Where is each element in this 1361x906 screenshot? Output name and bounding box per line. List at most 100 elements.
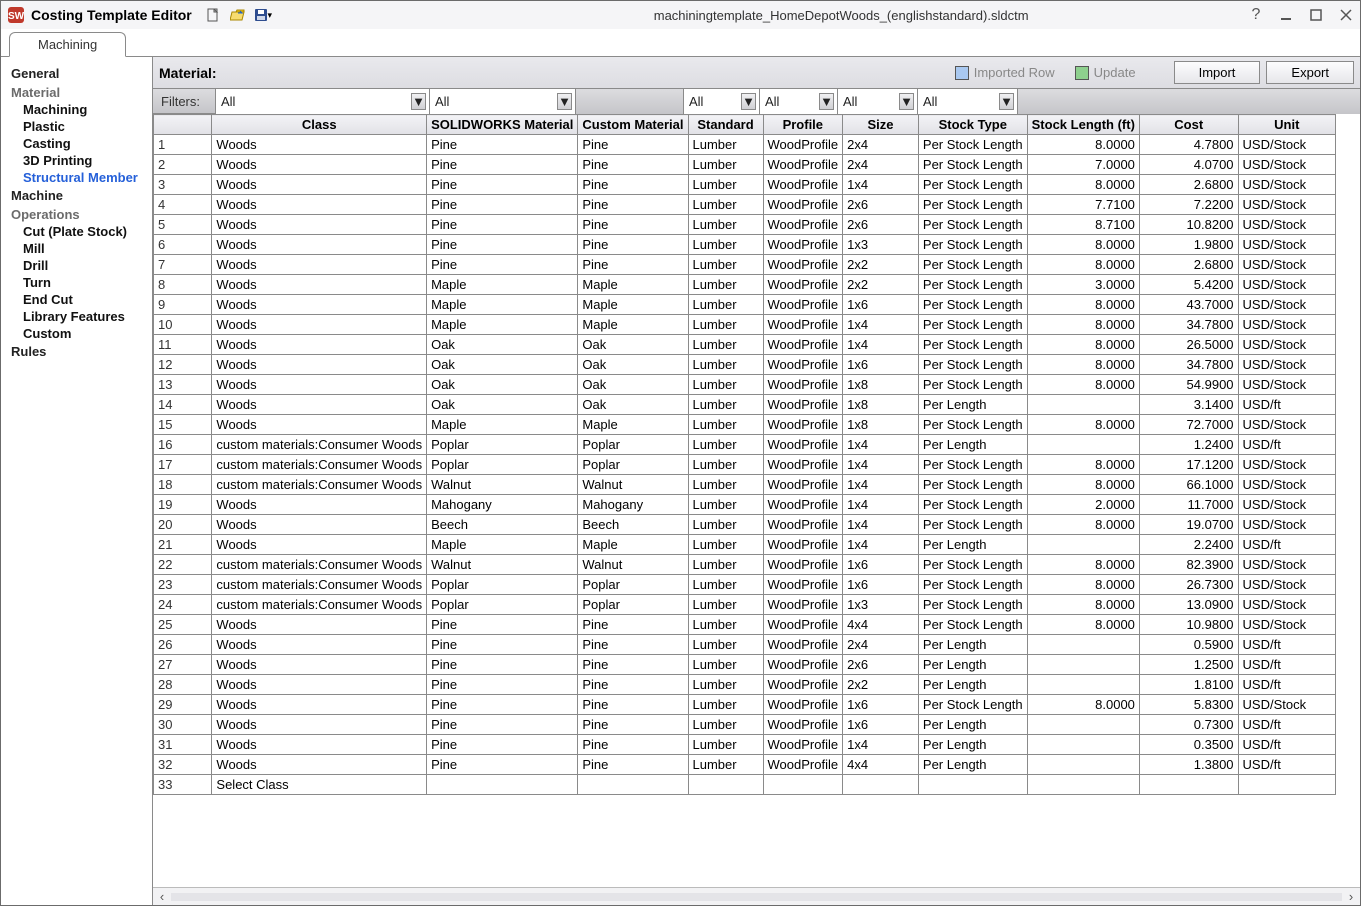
cell-custom-material[interactable]: Pine [578, 215, 688, 235]
filter-size[interactable]: All▼ [837, 89, 917, 114]
cell-unit[interactable]: USD/ft [1238, 715, 1335, 735]
cell-standard[interactable]: Lumber [688, 675, 763, 695]
cell-profile[interactable]: WoodProfile [763, 635, 843, 655]
row-number[interactable]: 15 [154, 415, 212, 435]
cell-unit[interactable]: USD/ft [1238, 675, 1335, 695]
row-number[interactable]: 24 [154, 595, 212, 615]
cell-cost[interactable]: 1.8100 [1139, 675, 1238, 695]
col-standard[interactable]: Standard [688, 115, 763, 135]
cell-stock-length[interactable]: 8.0000 [1027, 415, 1139, 435]
cell-profile[interactable]: WoodProfile [763, 755, 843, 775]
cell-cost[interactable]: 43.7000 [1139, 295, 1238, 315]
cell-stock-type[interactable]: Per Stock Length [918, 515, 1027, 535]
cell-stock-type[interactable]: Per Stock Length [918, 175, 1027, 195]
cell-stock-length[interactable]: 8.0000 [1027, 575, 1139, 595]
cell-unit[interactable]: USD/Stock [1238, 175, 1335, 195]
cell-class[interactable]: custom materials:Consumer Woods [212, 595, 427, 615]
cell-size[interactable]: 1x4 [843, 735, 919, 755]
sidebar-item-cut-plate[interactable]: Cut (Plate Stock) [23, 224, 152, 239]
cell-custom-material[interactable]: Maple [578, 295, 688, 315]
cell-cost[interactable]: 1.3800 [1139, 755, 1238, 775]
cell-class[interactable]: Woods [212, 695, 427, 715]
cell-size[interactable]: 1x6 [843, 355, 919, 375]
cell-standard[interactable]: Lumber [688, 735, 763, 755]
cell-stock-type[interactable]: Per Stock Length [918, 575, 1027, 595]
cell-cost[interactable]: 2.2400 [1139, 535, 1238, 555]
cell-class[interactable]: Woods [212, 235, 427, 255]
row-number[interactable]: 12 [154, 355, 212, 375]
cell-custom-material[interactable]: Poplar [578, 595, 688, 615]
cell-size[interactable]: 1x6 [843, 695, 919, 715]
cell-unit[interactable]: USD/ft [1238, 435, 1335, 455]
sidebar-item-custom[interactable]: Custom [23, 326, 152, 341]
cell-size[interactable]: 2x2 [843, 255, 919, 275]
cell-custom-material[interactable]: Poplar [578, 435, 688, 455]
filter-class[interactable]: All▼ [215, 89, 429, 114]
cell-profile[interactable]: WoodProfile [763, 715, 843, 735]
cell-standard[interactable]: Lumber [688, 335, 763, 355]
cell-custom-material[interactable]: Pine [578, 155, 688, 175]
cell-unit[interactable]: USD/Stock [1238, 335, 1335, 355]
cell-size[interactable]: 2x4 [843, 635, 919, 655]
cell-stock-length[interactable]: 2.0000 [1027, 495, 1139, 515]
table-row[interactable]: 33Select Class [154, 775, 1336, 795]
table-row[interactable]: 27WoodsPinePineLumberWoodProfile2x6Per L… [154, 655, 1336, 675]
cell-sw-material[interactable]: Pine [427, 175, 578, 195]
cell-sw-material[interactable]: Mahogany [427, 495, 578, 515]
cell-cost[interactable]: 5.4200 [1139, 275, 1238, 295]
cell-size[interactable]: 1x4 [843, 535, 919, 555]
help-icon[interactable]: ? [1248, 7, 1264, 23]
col-class[interactable]: Class [212, 115, 427, 135]
cell-class[interactable]: custom materials:Consumer Woods [212, 455, 427, 475]
cell-cost[interactable]: 10.8200 [1139, 215, 1238, 235]
cell-cost[interactable]: 2.6800 [1139, 175, 1238, 195]
row-number[interactable]: 28 [154, 675, 212, 695]
cell-profile[interactable]: WoodProfile [763, 415, 843, 435]
cell-sw-material[interactable]: Walnut [427, 475, 578, 495]
cell-standard[interactable]: Lumber [688, 495, 763, 515]
cell-standard[interactable]: Lumber [688, 355, 763, 375]
cell-profile[interactable]: WoodProfile [763, 675, 843, 695]
cell-stock-length[interactable] [1027, 635, 1139, 655]
cell-stock-type[interactable]: Per Length [918, 655, 1027, 675]
cell-size[interactable]: 1x6 [843, 715, 919, 735]
cell-sw-material[interactable]: Pine [427, 695, 578, 715]
row-number[interactable]: 11 [154, 335, 212, 355]
cell-standard[interactable] [688, 775, 763, 795]
cell-sw-material[interactable]: Poplar [427, 435, 578, 455]
table-row[interactable]: 7WoodsPinePineLumberWoodProfile2x2Per St… [154, 255, 1336, 275]
cell-sw-material[interactable]: Pine [427, 675, 578, 695]
cell-class[interactable]: Woods [212, 155, 427, 175]
cell-stock-type[interactable]: Per Stock Length [918, 195, 1027, 215]
cell-stock-length[interactable]: 8.0000 [1027, 235, 1139, 255]
cell-cost[interactable]: 34.7800 [1139, 315, 1238, 335]
table-row[interactable]: 32WoodsPinePineLumberWoodProfile4x4Per L… [154, 755, 1336, 775]
cell-profile[interactable]: WoodProfile [763, 175, 843, 195]
cell-sw-material[interactable]: Pine [427, 135, 578, 155]
cell-profile[interactable]: WoodProfile [763, 495, 843, 515]
row-number[interactable]: 18 [154, 475, 212, 495]
cell-stock-length[interactable]: 3.0000 [1027, 275, 1139, 295]
cell-stock-length[interactable] [1027, 395, 1139, 415]
cell-unit[interactable] [1238, 775, 1335, 795]
cell-sw-material[interactable]: Pine [427, 215, 578, 235]
col-profile[interactable]: Profile [763, 115, 843, 135]
cell-stock-length[interactable]: 8.0000 [1027, 315, 1139, 335]
cell-standard[interactable]: Lumber [688, 595, 763, 615]
cell-stock-type[interactable]: Per Stock Length [918, 495, 1027, 515]
cell-unit[interactable]: USD/ft [1238, 395, 1335, 415]
col-stock-type[interactable]: Stock Type [918, 115, 1027, 135]
cell-stock-length[interactable]: 8.0000 [1027, 555, 1139, 575]
cell-custom-material[interactable]: Mahogany [578, 495, 688, 515]
cell-sw-material[interactable] [427, 775, 578, 795]
cell-profile[interactable]: WoodProfile [763, 615, 843, 635]
cell-unit[interactable]: USD/Stock [1238, 615, 1335, 635]
cell-custom-material[interactable]: Oak [578, 375, 688, 395]
maximize-icon[interactable] [1308, 7, 1324, 23]
cell-stock-type[interactable]: Per Stock Length [918, 215, 1027, 235]
cell-cost[interactable]: 0.7300 [1139, 715, 1238, 735]
cell-profile[interactable]: WoodProfile [763, 475, 843, 495]
cell-cost[interactable]: 1.2500 [1139, 655, 1238, 675]
cell-custom-material[interactable]: Oak [578, 335, 688, 355]
table-row[interactable]: 15WoodsMapleMapleLumberWoodProfile1x8Per… [154, 415, 1336, 435]
